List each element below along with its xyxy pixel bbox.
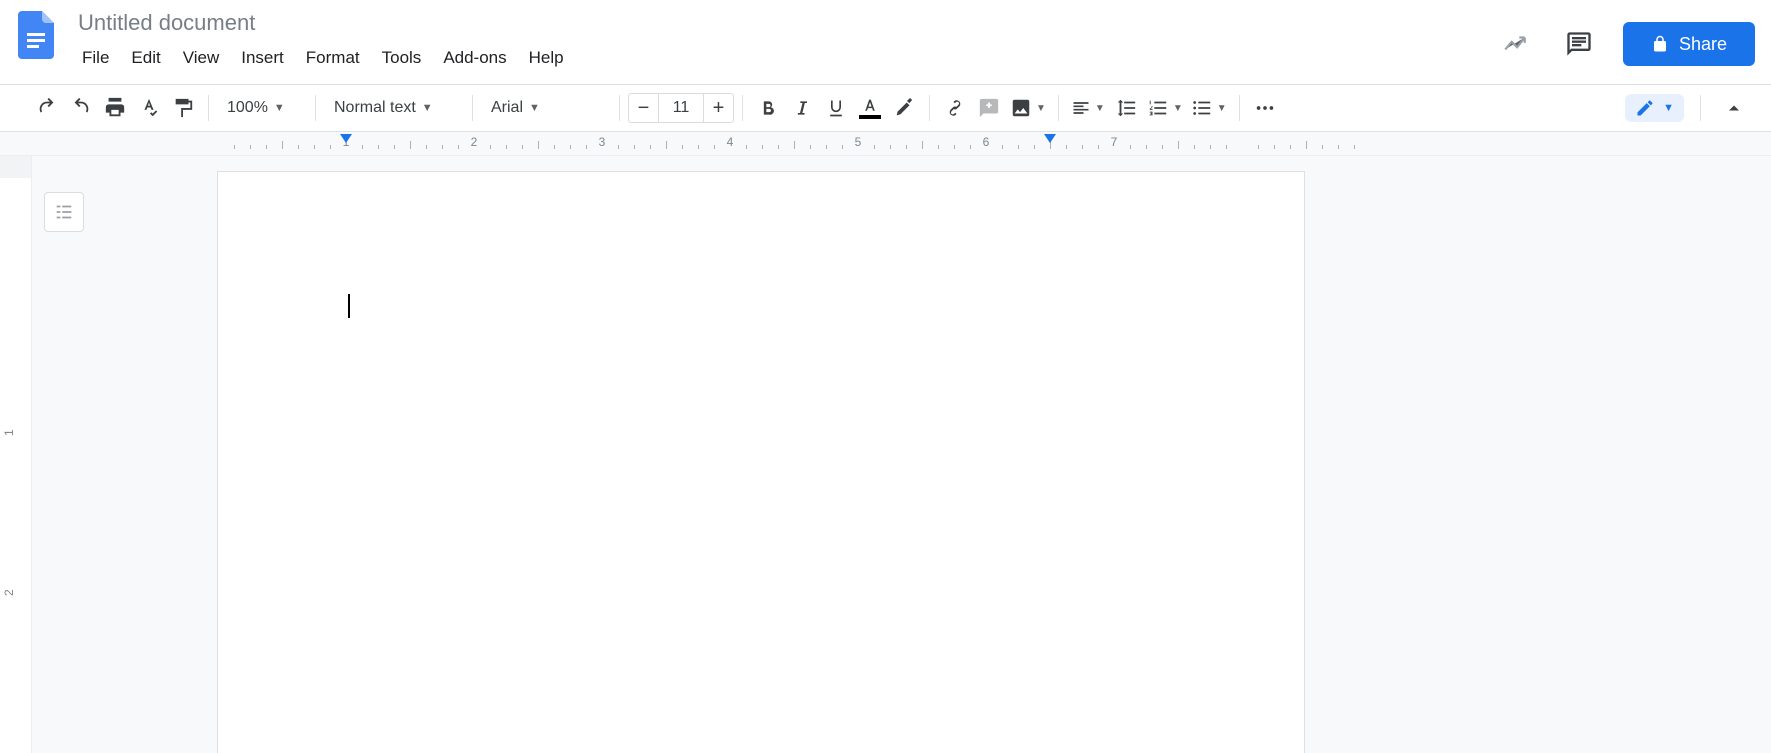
document-title[interactable]: Untitled document — [72, 8, 261, 38]
toolbar-separator — [1239, 95, 1240, 121]
hide-menus-button[interactable] — [1717, 91, 1751, 125]
toolbar-separator — [742, 95, 743, 121]
toolbar-separator — [619, 95, 620, 121]
paragraph-style-select[interactable]: Normal text ▼ — [324, 91, 464, 125]
activity-icon[interactable] — [1495, 24, 1535, 64]
header-actions: Share — [1495, 22, 1755, 66]
chevron-down-icon: ▼ — [422, 102, 433, 114]
horizontal-ruler[interactable]: 1234567 — [0, 132, 1771, 156]
add-comment-button[interactable] — [972, 91, 1006, 125]
chevron-down-icon: ▼ — [529, 102, 540, 114]
menu-insert[interactable]: Insert — [231, 44, 294, 72]
chevron-down-icon: ▼ — [1217, 103, 1227, 114]
zoom-select[interactable]: 100% ▼ — [217, 91, 307, 125]
menu-view[interactable]: View — [173, 44, 230, 72]
chevron-down-icon: ▼ — [1036, 103, 1046, 114]
font-size-stepper: − + — [628, 93, 734, 123]
ruler-number: 5 — [855, 135, 862, 149]
toolbar-right: ▼ — [1625, 85, 1751, 131]
menu-bar: File Edit View Insert Format Tools Add-o… — [72, 44, 574, 72]
toolbar-separator — [315, 95, 316, 121]
vruler-number: 1 — [2, 429, 16, 436]
ruler-number: 2 — [471, 135, 478, 149]
undo-button[interactable] — [30, 91, 64, 125]
paragraph-style-value: Normal text — [334, 99, 416, 117]
chevron-down-icon: ▼ — [1173, 103, 1183, 114]
vruler-number: 1 — [2, 171, 16, 178]
insert-image-button[interactable]: ▼ — [1006, 91, 1050, 125]
chevron-down-icon: ▼ — [1663, 102, 1674, 114]
editing-mode-button[interactable]: ▼ — [1625, 94, 1684, 122]
paint-format-button[interactable] — [166, 91, 200, 125]
highlight-color-button[interactable] — [887, 91, 921, 125]
share-button[interactable]: Share — [1623, 22, 1755, 66]
ruler-number: 3 — [599, 135, 606, 149]
zoom-value: 100% — [227, 99, 268, 117]
font-size-decrease[interactable]: − — [628, 93, 658, 123]
more-button[interactable] — [1248, 91, 1282, 125]
menu-help[interactable]: Help — [519, 44, 574, 72]
line-spacing-button[interactable] — [1109, 91, 1143, 125]
ruler-number: 4 — [727, 135, 734, 149]
chevron-down-icon: ▼ — [1095, 103, 1105, 114]
docs-logo[interactable] — [16, 8, 56, 62]
bulleted-list-button[interactable]: ▼ — [1187, 91, 1231, 125]
toolbar: 100% ▼ Normal text ▼ Arial ▼ − + — [0, 84, 1771, 132]
text-cursor — [348, 294, 350, 318]
toolbar-separator — [472, 95, 473, 121]
document-page[interactable] — [218, 172, 1304, 753]
share-button-label: Share — [1679, 34, 1727, 55]
title-menu-area: Untitled document File Edit View Insert … — [72, 8, 574, 72]
spellcheck-button[interactable] — [132, 91, 166, 125]
app-header: Untitled document File Edit View Insert … — [0, 0, 1771, 84]
menu-format[interactable]: Format — [296, 44, 370, 72]
align-button[interactable]: ▼ — [1067, 91, 1109, 125]
toolbar-separator — [208, 95, 209, 121]
pencil-icon — [1635, 98, 1655, 118]
workspace: 1 1 2 — [0, 156, 1771, 753]
comments-icon[interactable] — [1559, 24, 1599, 64]
font-size-increase[interactable]: + — [704, 93, 734, 123]
right-indent-marker[interactable] — [1044, 134, 1056, 143]
left-indent-marker[interactable] — [340, 134, 352, 143]
vertical-ruler[interactable]: 1 1 2 — [0, 156, 32, 753]
print-button[interactable] — [98, 91, 132, 125]
font-family-value: Arial — [491, 99, 523, 117]
ruler-number: 6 — [983, 135, 990, 149]
vruler-number: 2 — [2, 589, 16, 596]
toolbar-separator — [1058, 95, 1059, 121]
menu-tools[interactable]: Tools — [372, 44, 432, 72]
font-size-input[interactable] — [658, 93, 704, 123]
document-outline-button[interactable] — [44, 192, 84, 232]
chevron-down-icon: ▼ — [274, 102, 285, 114]
menu-addons[interactable]: Add-ons — [433, 44, 516, 72]
ruler-number: 7 — [1111, 135, 1118, 149]
bold-button[interactable] — [751, 91, 785, 125]
text-color-swatch — [859, 115, 881, 119]
redo-button[interactable] — [64, 91, 98, 125]
menu-edit[interactable]: Edit — [121, 44, 170, 72]
font-family-select[interactable]: Arial ▼ — [481, 91, 611, 125]
lock-icon — [1651, 35, 1669, 53]
numbered-list-button[interactable]: ▼ — [1143, 91, 1187, 125]
toolbar-separator — [1700, 95, 1701, 121]
text-color-button[interactable] — [853, 91, 887, 125]
menu-file[interactable]: File — [72, 44, 119, 72]
italic-button[interactable] — [785, 91, 819, 125]
underline-button[interactable] — [819, 91, 853, 125]
insert-link-button[interactable] — [938, 91, 972, 125]
toolbar-separator — [929, 95, 930, 121]
